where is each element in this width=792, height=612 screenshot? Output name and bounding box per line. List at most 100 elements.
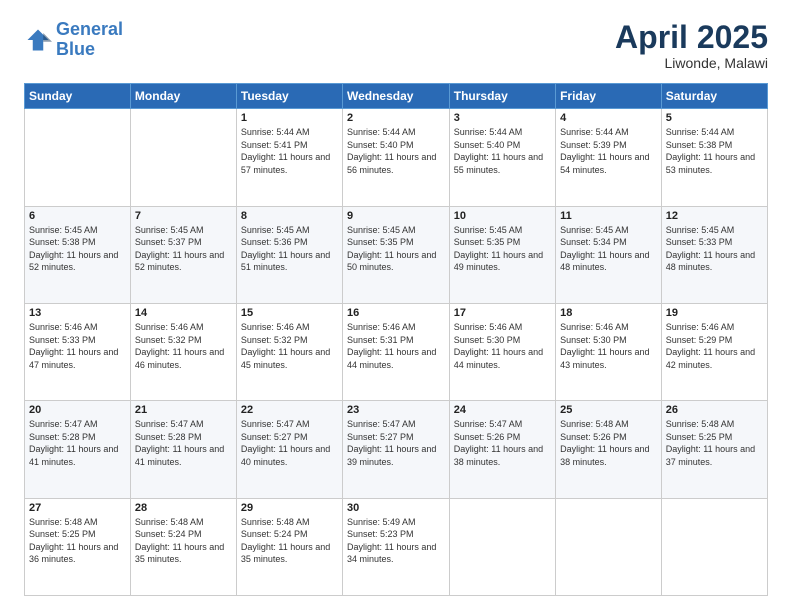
weekday-header-monday: Monday [130,84,236,109]
day-number: 10 [454,210,551,222]
day-detail: Sunrise: 5:48 AMSunset: 5:24 PMDaylight:… [135,516,232,566]
weekday-header-sunday: Sunday [25,84,131,109]
day-number: 13 [29,307,126,319]
calendar-cell: 29Sunrise: 5:48 AMSunset: 5:24 PMDayligh… [236,498,342,595]
day-detail: Sunrise: 5:47 AMSunset: 5:27 PMDaylight:… [347,418,445,468]
day-number: 4 [560,112,657,124]
calendar-cell [449,498,555,595]
day-number: 24 [454,404,551,416]
logo-icon [24,26,52,54]
title-block: April 2025 Liwonde, Malawi [615,20,768,71]
day-detail: Sunrise: 5:44 AMSunset: 5:38 PMDaylight:… [666,126,763,176]
calendar-cell: 1 Sunrise: 5:44 AMSunset: 5:41 PMDaylight… [236,109,342,206]
day-detail: Sunrise: 5:44 AMSunset: 5:40 PMDaylight:… [454,126,551,176]
day-number: 11 [560,210,657,222]
day-number: 22 [241,404,338,416]
month-title: April 2025 [615,20,768,55]
header: General Blue April 2025 Liwonde, Malawi [24,20,768,71]
location-subtitle: Liwonde, Malawi [615,55,768,71]
day-number: 30 [347,502,445,514]
day-detail: Sunrise: 5:46 AMSunset: 5:31 PMDaylight:… [347,321,445,371]
day-number: 21 [135,404,232,416]
day-number: 7 [135,210,232,222]
week-row-3: 20Sunrise: 5:47 AMSunset: 5:28 PMDayligh… [25,401,768,498]
day-detail: Sunrise: 5:46 AMSunset: 5:32 PMDaylight:… [135,321,232,371]
day-detail: Sunrise: 5:47 AMSunset: 5:28 PMDaylight:… [29,418,126,468]
day-detail: Sunrise: 5:45 AMSunset: 5:35 PMDaylight:… [454,224,551,274]
day-detail: Sunrise: 5:46 AMSunset: 5:30 PMDaylight:… [560,321,657,371]
day-detail: Sunrise: 5:46 AMSunset: 5:29 PMDaylight:… [666,321,763,371]
day-number: 8 [241,210,338,222]
calendar-cell: 15 Sunrise: 5:46 AMSunset: 5:32 PMDayligh… [236,303,342,400]
calendar-body: 1 Sunrise: 5:44 AMSunset: 5:41 PMDaylight… [25,109,768,596]
day-detail: Sunrise: 5:46 AMSunset: 5:30 PMDaylight:… [454,321,551,371]
calendar-cell: 19 Sunrise: 5:46 AMSunset: 5:29 PMDayligh… [661,303,767,400]
calendar-cell: 2Sunrise: 5:44 AMSunset: 5:40 PMDaylight… [342,109,449,206]
weekday-header-saturday: Saturday [661,84,767,109]
day-detail: Sunrise: 5:46 AMSunset: 5:32 PMDaylight:… [241,321,338,371]
day-number: 6 [29,210,126,222]
day-detail: Sunrise: 5:47 AMSunset: 5:27 PMDaylight:… [241,418,338,468]
calendar-cell [25,109,131,206]
day-number: 19 [666,307,763,319]
calendar-cell [556,498,662,595]
week-row-1: 6Sunrise: 5:45 AMSunset: 5:38 PMDaylight… [25,206,768,303]
day-number: 1 [241,112,338,124]
weekday-header-tuesday: Tuesday [236,84,342,109]
calendar-cell: 21 Sunrise: 5:47 AMSunset: 5:28 PMDayligh… [130,401,236,498]
day-detail: Sunrise: 5:44 AMSunset: 5:41 PMDaylight:… [241,126,338,176]
day-detail: Sunrise: 5:46 AMSunset: 5:33 PMDaylight:… [29,321,126,371]
calendar-cell: 7 Sunrise: 5:45 AMSunset: 5:37 PMDaylight… [130,206,236,303]
calendar-cell: 14 Sunrise: 5:46 AMSunset: 5:32 PMDayligh… [130,303,236,400]
calendar-cell: 9 Sunrise: 5:45 AMSunset: 5:35 PMDaylight… [342,206,449,303]
calendar-cell: 12 Sunrise: 5:45 AMSunset: 5:33 PMDayligh… [661,206,767,303]
week-row-2: 13 Sunrise: 5:46 AMSunset: 5:33 PMDayligh… [25,303,768,400]
calendar-cell: 16Sunrise: 5:46 AMSunset: 5:31 PMDayligh… [342,303,449,400]
day-detail: Sunrise: 5:47 AMSunset: 5:26 PMDaylight:… [454,418,551,468]
day-detail: Sunrise: 5:48 AMSunset: 5:26 PMDaylight:… [560,418,657,468]
day-number: 3 [454,112,551,124]
weekday-header-row: SundayMondayTuesdayWednesdayThursdayFrid… [25,84,768,109]
logo-line1: General [56,19,123,39]
day-number: 25 [560,404,657,416]
week-row-0: 1 Sunrise: 5:44 AMSunset: 5:41 PMDaylight… [25,109,768,206]
calendar-cell: 23 Sunrise: 5:47 AMSunset: 5:27 PMDayligh… [342,401,449,498]
week-row-4: 27Sunrise: 5:48 AMSunset: 5:25 PMDayligh… [25,498,768,595]
calendar-table: SundayMondayTuesdayWednesdayThursdayFrid… [24,83,768,596]
logo: General Blue [24,20,123,60]
day-detail: Sunrise: 5:48 AMSunset: 5:25 PMDaylight:… [29,516,126,566]
day-number: 5 [666,112,763,124]
calendar-cell: 5 Sunrise: 5:44 AMSunset: 5:38 PMDaylight… [661,109,767,206]
calendar-cell: 6Sunrise: 5:45 AMSunset: 5:38 PMDaylight… [25,206,131,303]
calendar-cell: 25 Sunrise: 5:48 AMSunset: 5:26 PMDayligh… [556,401,662,498]
day-number: 17 [454,307,551,319]
day-detail: Sunrise: 5:45 AMSunset: 5:34 PMDaylight:… [560,224,657,274]
day-detail: Sunrise: 5:44 AMSunset: 5:39 PMDaylight:… [560,126,657,176]
calendar-cell: 3 Sunrise: 5:44 AMSunset: 5:40 PMDaylight… [449,109,555,206]
calendar-cell: 20Sunrise: 5:47 AMSunset: 5:28 PMDayligh… [25,401,131,498]
day-number: 14 [135,307,232,319]
weekday-header-wednesday: Wednesday [342,84,449,109]
page: General Blue April 2025 Liwonde, Malawi … [0,0,792,612]
day-detail: Sunrise: 5:45 AMSunset: 5:35 PMDaylight:… [347,224,445,274]
calendar-cell: 17 Sunrise: 5:46 AMSunset: 5:30 PMDayligh… [449,303,555,400]
day-number: 9 [347,210,445,222]
weekday-header-friday: Friday [556,84,662,109]
day-number: 29 [241,502,338,514]
calendar-cell: 24 Sunrise: 5:47 AMSunset: 5:26 PMDayligh… [449,401,555,498]
calendar-cell [661,498,767,595]
logo-text: General Blue [56,20,123,60]
calendar-cell: 22 Sunrise: 5:47 AMSunset: 5:27 PMDayligh… [236,401,342,498]
calendar-cell: 11 Sunrise: 5:45 AMSunset: 5:34 PMDayligh… [556,206,662,303]
day-detail: Sunrise: 5:47 AMSunset: 5:28 PMDaylight:… [135,418,232,468]
day-number: 23 [347,404,445,416]
day-number: 15 [241,307,338,319]
calendar-cell [130,109,236,206]
day-detail: Sunrise: 5:45 AMSunset: 5:36 PMDaylight:… [241,224,338,274]
weekday-header-thursday: Thursday [449,84,555,109]
day-detail: Sunrise: 5:45 AMSunset: 5:33 PMDaylight:… [666,224,763,274]
calendar-cell: 26Sunrise: 5:48 AMSunset: 5:25 PMDayligh… [661,401,767,498]
day-detail: Sunrise: 5:45 AMSunset: 5:37 PMDaylight:… [135,224,232,274]
calendar-cell: 30Sunrise: 5:49 AMSunset: 5:23 PMDayligh… [342,498,449,595]
day-number: 12 [666,210,763,222]
